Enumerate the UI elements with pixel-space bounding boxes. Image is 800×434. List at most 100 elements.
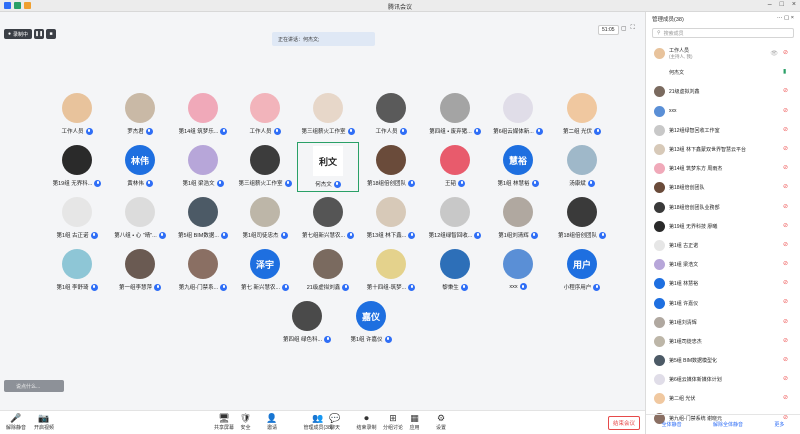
- participant-tile[interactable]: 林伟 黄林伟: [109, 142, 171, 192]
- mic-off-icon[interactable]: ⊘: [783, 165, 790, 172]
- mic-off-icon[interactable]: ⊘: [783, 88, 790, 95]
- toolbar-item-members[interactable]: 👥 管理成员(38): [304, 413, 333, 431]
- maximize-icon[interactable]: □: [780, 1, 784, 8]
- mic-off-icon[interactable]: ⊘: [783, 338, 790, 345]
- mic-off-icon[interactable]: ⊘: [783, 242, 790, 249]
- toolbar-item-settings[interactable]: ⚙ 设置: [436, 413, 446, 431]
- participant-tile[interactable]: 汤康斌: [551, 142, 613, 192]
- member-search-input[interactable]: ⚲ 搜索成员: [652, 28, 794, 38]
- mic-off-icon[interactable]: ⊘: [783, 146, 790, 153]
- pause-recording-button[interactable]: ❚❚: [34, 29, 45, 39]
- participant-tile[interactable]: 第一组李慧萍: [109, 246, 171, 296]
- toolbar-item-record[interactable]: ⏺ 结束录制: [357, 413, 377, 431]
- participant-tile[interactable]: 泽宇 第七 新兴慧农...: [234, 246, 296, 296]
- participant-tile[interactable]: 工作人员: [234, 90, 296, 140]
- participant-tile[interactable]: 第八组 • 心 "晴"...: [109, 194, 171, 244]
- mic-off-icon[interactable]: ⊘: [783, 395, 790, 402]
- participant-tile[interactable]: 第1组 李舒琦: [46, 246, 108, 296]
- member-row[interactable]: 第6组云媒体新媒体计划 ⊘: [646, 370, 800, 389]
- toolbar-item-breakout[interactable]: ⊞ 分组讨论: [383, 413, 403, 431]
- participant-tile[interactable]: 第18组倍创团队: [360, 142, 422, 192]
- participant-tile[interactable]: 第七组新兴慧农...: [297, 194, 359, 244]
- mic-off-icon[interactable]: ⊘: [783, 127, 790, 134]
- member-row[interactable]: 第二组 光伏 ⊘: [646, 389, 800, 408]
- mic-off-icon[interactable]: ⊘: [783, 357, 790, 364]
- member-row[interactable]: 第1组司徒忠杰 ⊘: [646, 332, 800, 351]
- participant-tile[interactable]: 第四组 绿色科...: [276, 298, 338, 348]
- member-row[interactable]: 第14组 筑梦东方 周雨杰 ⊘: [646, 159, 800, 178]
- participant-tile[interactable]: 第四组 • 废弃猪...: [424, 90, 486, 140]
- view-icon[interactable]: 👁: [770, 50, 778, 57]
- fullscreen-icon[interactable]: ⛶: [631, 25, 635, 32]
- member-row[interactable]: 第1组 梁浩文 ⊘: [646, 255, 800, 274]
- member-row[interactable]: 工作人员 (主持人, 我) 👁 ⊘: [646, 44, 800, 63]
- participant-tile[interactable]: 利文 何杰文: [297, 142, 359, 192]
- mic-on-icon[interactable]: ▮: [783, 69, 790, 76]
- participant-tile[interactable]: 第十四组-筑梦...: [360, 246, 422, 296]
- participant-tile[interactable]: 第6组云媒体新...: [487, 90, 549, 140]
- member-row[interactable]: 21级虚拟刘鑫 ⊘: [646, 82, 800, 101]
- mic-off-icon[interactable]: ⊘: [783, 184, 790, 191]
- participant-tile[interactable]: 第14组 筑梦乐...: [172, 90, 234, 140]
- start-video-button[interactable]: 📷 开启视频: [34, 413, 54, 431]
- participant-tile[interactable]: 王韬: [424, 142, 486, 192]
- toolbar-item-share-screen[interactable]: 🖥 共享屏幕: [214, 413, 234, 431]
- participant-tile[interactable]: 第1组司徒忠杰: [234, 194, 296, 244]
- stop-recording-button[interactable]: ■: [46, 29, 57, 39]
- panel-window-controls[interactable]: ⋯ ▢ ×: [777, 15, 794, 21]
- member-row[interactable]: 第1组刘清辉 ⊘: [646, 313, 800, 332]
- mic-off-icon[interactable]: ⊘: [783, 261, 790, 268]
- participant-tile[interactable]: 第三组薪火工作室: [297, 90, 359, 140]
- member-row[interactable]: 第5组 BIM数据模型化 ⊘: [646, 351, 800, 370]
- participant-tile[interactable]: 第1组刘清辉: [487, 194, 549, 244]
- member-row[interactable]: 第18组倍创团队 ⊘: [646, 178, 800, 197]
- participant-tile[interactable]: 第1组 古正诺: [46, 194, 108, 244]
- toolbar-item-security[interactable]: 🛡 安全: [240, 413, 251, 431]
- member-row[interactable]: xxx ⊘: [646, 102, 800, 121]
- participant-tile[interactable]: 21级虚拟刘鑫: [297, 246, 359, 296]
- participant-tile[interactable]: 第二组 光伏: [551, 90, 613, 140]
- mic-off-icon[interactable]: ⊘: [783, 50, 790, 57]
- end-meeting-button[interactable]: 结束会议: [608, 416, 640, 430]
- chat-input[interactable]: 说点什么...: [4, 380, 64, 392]
- participant-tile[interactable]: 第1组 梁浩文: [172, 142, 234, 192]
- member-row[interactable]: 第12组绿智回收工作室 ⊘: [646, 121, 800, 140]
- unmute-all-button[interactable]: 解除全体静音: [713, 421, 743, 428]
- member-row[interactable]: 第1组 许嘉仪 ⊘: [646, 293, 800, 312]
- participant-tile[interactable]: 罗杰君: [109, 90, 171, 140]
- close-icon[interactable]: ×: [792, 1, 796, 8]
- toolbar-item-chat[interactable]: 💬 聊天: [329, 413, 340, 431]
- mic-off-icon[interactable]: ⊘: [783, 223, 790, 230]
- participant-tile[interactable]: 工作人员: [46, 90, 108, 140]
- participant-tile[interactable]: 用户 小程序用户: [551, 246, 613, 296]
- participant-tile[interactable]: 第5组 BIM数据...: [172, 194, 234, 244]
- layout-icon[interactable]: ▢: [621, 25, 627, 32]
- participant-tile[interactable]: 慧裕 第1组 林慧裕: [487, 142, 549, 192]
- member-row[interactable]: 第1组 林慧裕 ⊘: [646, 274, 800, 293]
- mic-off-icon[interactable]: ⊘: [783, 204, 790, 211]
- participant-tile[interactable]: 第三组薪火工作室: [234, 142, 296, 192]
- participant-tile[interactable]: 第13组 林下鑫...: [360, 194, 422, 244]
- toolbar-item-apps[interactable]: ▦ 应用: [410, 413, 420, 431]
- unmute-button[interactable]: 🎤 解除静音: [6, 413, 26, 431]
- mic-off-icon[interactable]: ⊘: [783, 108, 790, 115]
- member-row[interactable]: 第13组 林下鑫蒙双世界智慧云平台 ⊘: [646, 140, 800, 159]
- more-button[interactable]: 更多: [774, 421, 784, 428]
- participant-tile[interactable]: 第19组 无界科...: [46, 142, 108, 192]
- participant-tile[interactable]: xxx: [487, 246, 549, 296]
- member-row[interactable]: 第1组 古正诺 ⊘: [646, 236, 800, 255]
- mute-all-button[interactable]: 全体静音: [662, 421, 682, 428]
- mic-off-icon[interactable]: ⊘: [783, 280, 790, 287]
- participant-tile[interactable]: 第九组-门禁系...: [172, 246, 234, 296]
- mic-off-icon[interactable]: ⊘: [783, 299, 790, 306]
- member-row[interactable]: 何杰文 ▮: [646, 63, 800, 82]
- mic-off-icon[interactable]: ⊘: [783, 319, 790, 326]
- member-row[interactable]: 第18组倍创团队业務部 ⊘: [646, 198, 800, 217]
- participant-tile[interactable]: 黎秉生: [424, 246, 486, 296]
- participant-tile[interactable]: 嘉仪 第1组 许嘉仪: [340, 298, 402, 348]
- participant-tile[interactable]: 第18组倍创团队: [551, 194, 613, 244]
- member-row[interactable]: 第19组 无界科技 廖曦 ⊘: [646, 217, 800, 236]
- participant-tile[interactable]: 工作人员: [360, 90, 422, 140]
- toolbar-item-invite[interactable]: 👤 邀请: [266, 413, 277, 431]
- minimize-icon[interactable]: –: [768, 1, 772, 8]
